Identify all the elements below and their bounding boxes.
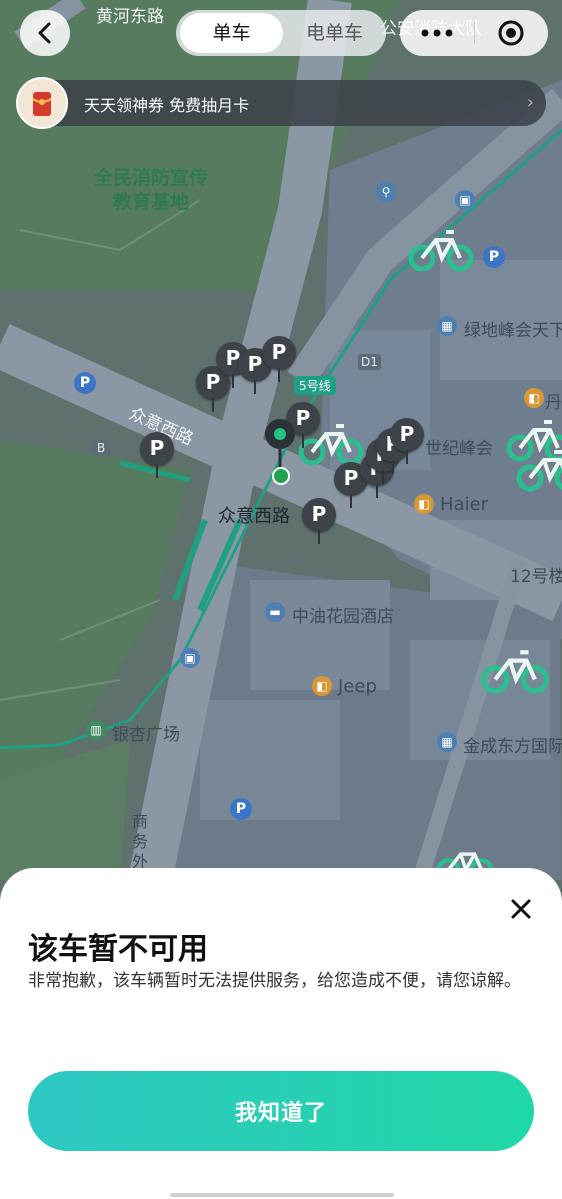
promo-banner[interactable]: 天天领神券 免费抽月卡 › [16,77,546,129]
road-label-shangwu: 商务外 [132,812,149,871]
metro-exit-b: B [92,440,111,456]
close-button[interactable] [504,892,538,926]
plaza-icon: ▥ [86,720,106,740]
building-icon: ▦ [437,316,457,336]
bus-station-icon: ▣ [180,648,200,668]
parking-lot-icon: P [74,372,96,394]
home-indicator [170,1193,394,1197]
parking-lot-icon: P [230,798,252,820]
circle-target-icon [498,20,524,46]
poi-label-jincheng: 金成东方国际 [463,737,562,757]
bus-station-icon: ▣ [455,190,475,210]
road-label-zhongyi: 众意西路 [218,506,290,527]
shop-icon: ◧ [414,494,434,514]
road-label-huanghe: 黄河东路 [96,7,164,27]
back-button[interactable] [20,10,70,56]
mini-program-capsule [400,10,548,56]
bike-marker[interactable] [478,646,552,694]
poi-label-haier: Haier [440,494,489,515]
poi-label-ginkgo: 银杏广场 [112,725,180,745]
parking-pin[interactable]: P [140,432,174,478]
shop-icon: ◧ [312,676,332,696]
more-dots-icon [421,29,453,37]
poi-label-hotel: 中油花园酒店 [292,607,394,627]
bike-marker[interactable] [406,226,476,272]
location-marker [265,419,295,485]
sheet-message: 非常抱歉，该车辆暂时无法提供服务，给您造成不便，请您谅解。 [28,971,521,991]
sheet-title: 该车暂不可用 [28,932,208,967]
parking-pin[interactable]: P [262,336,296,382]
more-button[interactable] [400,10,474,56]
poi-label-building12: 12号楼 [510,567,562,587]
promo-text: 天天领神券 免费抽月卡 [84,96,250,115]
close-icon [511,899,531,919]
building-icon: ▦ [437,732,457,752]
bike-marker[interactable] [514,446,562,492]
poi-label-jeep: Jeep [338,676,377,697]
parking-pin[interactable]: P [390,418,424,464]
metro-exit-d1: D1 [358,354,381,370]
poi-label-lvdi: 绿地峰会天下 [464,321,562,341]
tab-bike[interactable]: 单车 [180,13,283,53]
metro-line-badge: 5号线 [294,376,336,395]
toilet-icon: ⚲ [376,182,396,202]
poi-label-shiji: 世纪峰会 [425,439,493,459]
chevron-left-icon [38,22,51,44]
poi-label-fire-park: 全民消防宣传 教育基地 [94,167,209,213]
acknowledge-button[interactable]: 我知道了 [28,1071,534,1151]
tab-ebike[interactable]: 电单车 [283,13,386,53]
poi-label-dan: 丹 [545,393,562,413]
parking-lot-icon: P [483,246,505,268]
parking-pin[interactable]: P [302,498,336,544]
vehicle-type-switch: 单车 电单车 [176,10,386,56]
shop-icon: ◧ [524,388,544,408]
hotel-icon: ▬ [265,602,285,622]
red-envelope-icon [16,77,68,129]
chevron-right-icon: › [526,92,534,113]
target-button[interactable] [475,10,549,56]
bike-unavailable-sheet: 该车暂不可用 非常抱歉，该车辆暂时无法提供服务，给您造成不便，请您谅解。 我知道… [0,868,562,1199]
